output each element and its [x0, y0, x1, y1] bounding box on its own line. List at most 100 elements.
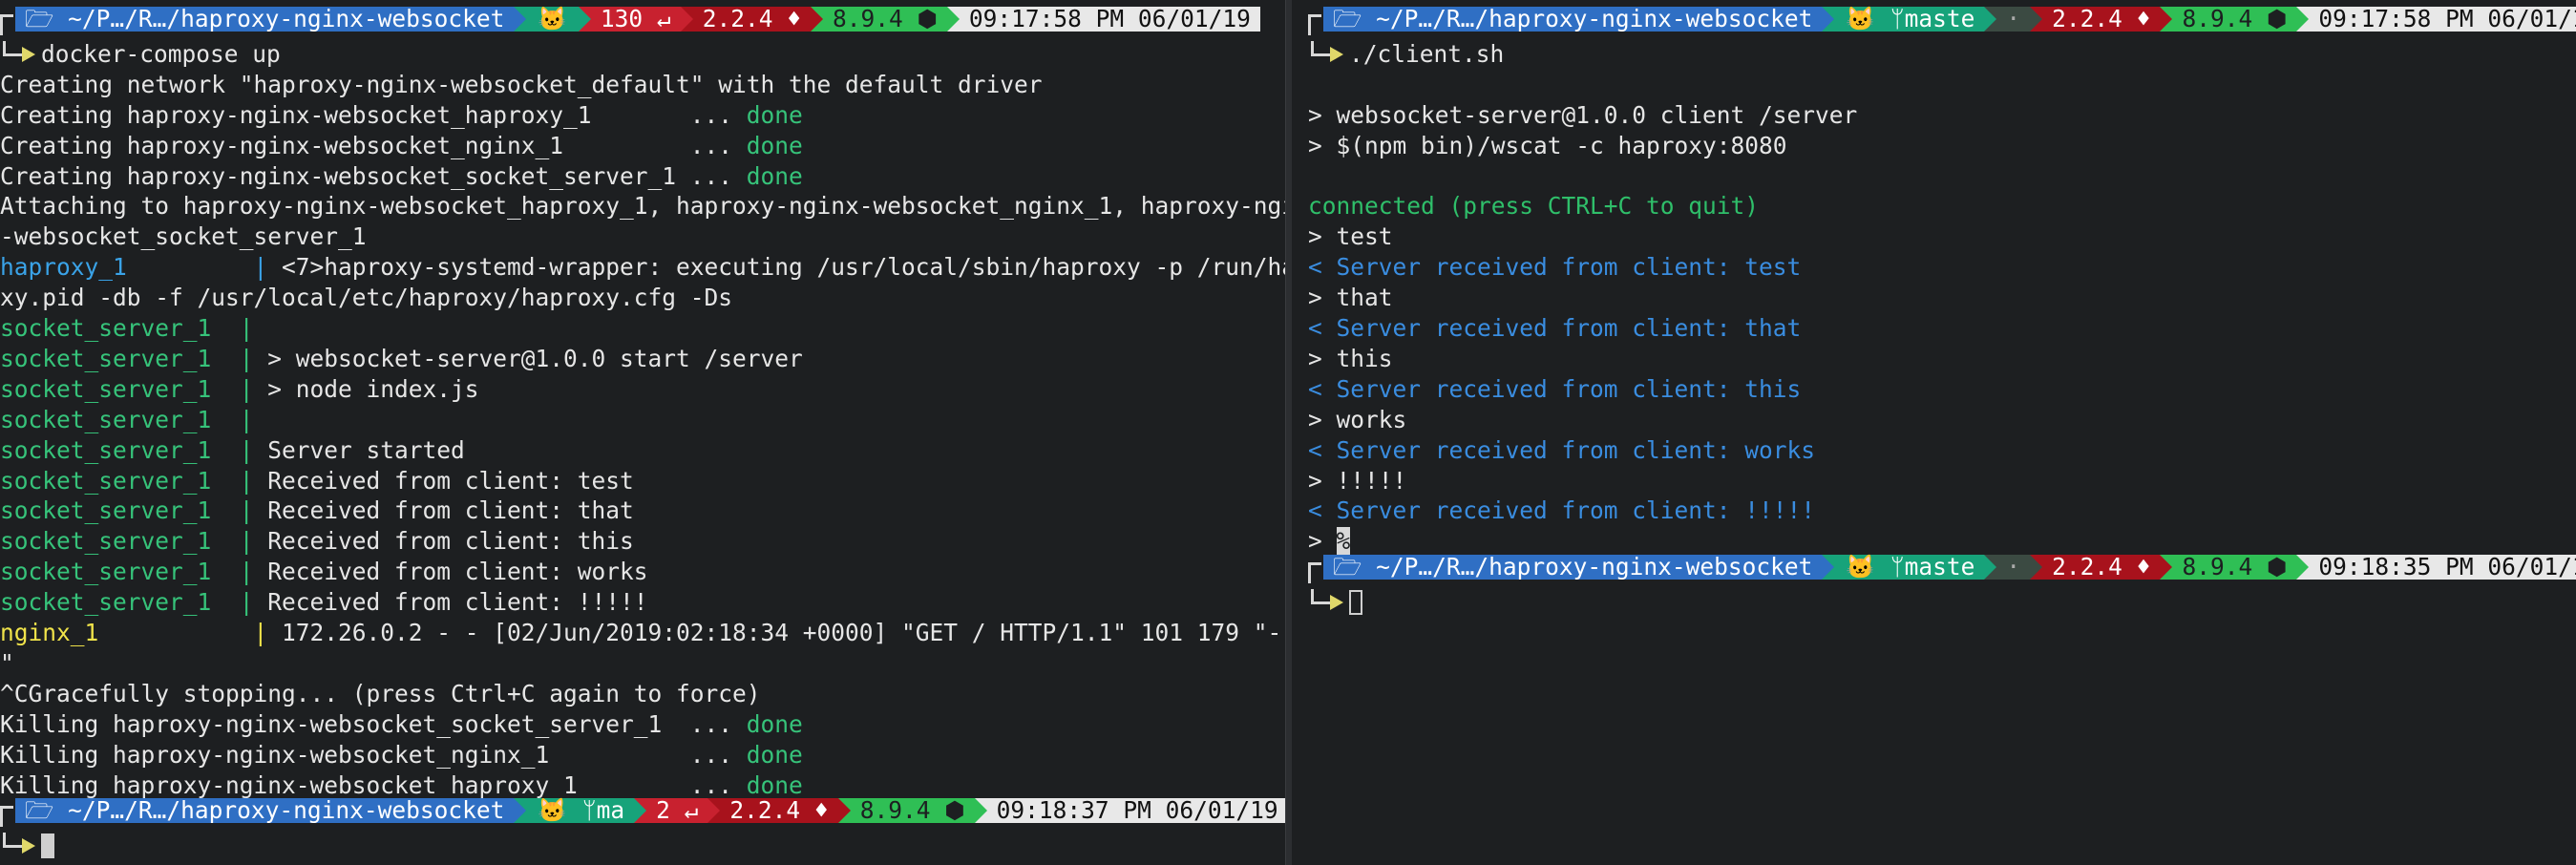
- log-message: 172.26.0.2 - - [02/Jun/2019:02:18:34 +00…: [267, 619, 1285, 646]
- node-version: 8.9.4: [2182, 5, 2267, 32]
- shell-prompt-bar: 🗁 ~/P…/R…/haproxy-nginx-websocket 🐱 ᛘ maste…: [1308, 552, 2576, 584]
- folder-icon: 🗁: [1333, 5, 1377, 32]
- line-text: Killing haproxy-nginx-websocket_haproxy_…: [0, 770, 747, 799]
- powerline-separator-icon: [2160, 555, 2173, 580]
- output-line: Creating haproxy-nginx-websocket_nginx_1…: [0, 131, 803, 161]
- line-text: Killing haproxy-nginx-websocket_socket_s…: [0, 709, 747, 738]
- prompt-path: ~/P…/R…/haproxy-nginx-websocket: [1376, 553, 1813, 581]
- node-version: 8.9.4: [859, 796, 945, 825]
- ruby-version: 2.2.4: [2052, 553, 2137, 581]
- powerline-separator-icon: [707, 798, 721, 824]
- terminal-cursor[interactable]: [41, 833, 54, 859]
- output-line: -websocket_socket_server_1: [0, 222, 367, 252]
- client-message: > this: [1308, 344, 1393, 372]
- shell-prompt-bar: 🗁 ~/P…/R…/haproxy-nginx-websocket 🐱 130 ↵ 2…: [0, 4, 1260, 35]
- log-message: > websocket-server@1.0.0 start /server: [253, 344, 803, 372]
- wscat-line: > test: [1308, 222, 1393, 252]
- node-version: 8.9.4: [832, 5, 918, 32]
- prompt-corner-icon: [1308, 14, 1321, 35]
- prompt-path-segment: 🗁 ~/P…/R…/haproxy-nginx-websocket: [1323, 5, 1823, 32]
- ruby-version: 2.2.4: [702, 5, 788, 32]
- git-segment: 🐱: [526, 7, 579, 32]
- log-line: socket_server_1 | Received from client: …: [0, 526, 634, 557]
- prompt-corner-icon: [1308, 562, 1321, 584]
- status-line: connected (press CTRL+C to quit): [1308, 191, 1759, 222]
- node-version-segment: 8.9.4 ⬢: [2172, 5, 2297, 32]
- service-name: socket_server_1: [0, 405, 240, 433]
- pane-divider[interactable]: [1285, 0, 1292, 865]
- prompt-path: ~/P…/R…/haproxy-nginx-websocket: [68, 796, 505, 825]
- log-line: socket_server_1 | Received from client: …: [0, 466, 634, 496]
- prompt-hook-icon: [1311, 589, 1330, 605]
- log-message: Received from client: this: [253, 527, 634, 556]
- git-branch-segment: ᛘ maste: [1886, 7, 1985, 32]
- service-name: nginx_1: [0, 619, 254, 646]
- server-reply: < Server received from client: this: [1308, 374, 1802, 403]
- output-line: Creating haproxy-nginx-websocket_socket_…: [0, 161, 803, 192]
- prompt-path-segment: 🗁 ~/P…/R…/haproxy-nginx-websocket: [15, 7, 515, 32]
- powerline-separator-icon: [2160, 7, 2173, 32]
- log-separator: |: [253, 253, 268, 282]
- node-version-segment: 8.9.4 ⬢: [2172, 555, 2297, 580]
- command-text: docker-compose up: [41, 40, 281, 69]
- output-line: Killing haproxy-nginx-websocket_nginx_1 …: [0, 740, 803, 770]
- prompt-path: ~/P…/R…/haproxy-nginx-websocket: [1376, 5, 1813, 32]
- log-message: Received from client: !!!!!: [253, 588, 648, 617]
- log-separator: |: [239, 466, 254, 495]
- server-reply: < Server received from client: that: [1308, 314, 1802, 342]
- folder-icon: 🗁: [1333, 553, 1377, 581]
- line-text: ": [0, 648, 14, 677]
- line-text: xy.pid -db -f /usr/local/etc/haproxy/hap…: [0, 284, 733, 312]
- connection-status: connected (press CTRL+C to quit): [1308, 192, 1760, 221]
- exit-status-segment: 130 ↵: [590, 7, 681, 32]
- right-terminal-pane[interactable]: 🗁 ~/P…/R…/haproxy-nginx-websocket 🐱 ᛘ maste…: [1292, 0, 2576, 865]
- log-line: socket_server_1 |: [0, 313, 254, 344]
- nodejs-hexagon-icon: ⬢: [944, 796, 965, 825]
- wscat-line: > this: [1308, 344, 1393, 374]
- npm-script-line: > websocket-server@1.0.0 client /server: [1308, 100, 1857, 131]
- output-line: Attaching to haproxy-nginx-websocket_hap…: [0, 191, 1285, 222]
- npm-script-line: > $(npm bin)/wscat -c haproxy:8080: [1308, 131, 1787, 161]
- terminal-cursor[interactable]: [1349, 590, 1362, 616]
- prompt-clock: 09:18:37 PM 06/01/19: [986, 798, 1285, 824]
- done-status: done: [746, 709, 803, 738]
- powerline-separator-icon: [810, 7, 823, 32]
- git-branch-name: ma: [596, 796, 625, 825]
- line-text: > $(npm bin)/wscat -c haproxy:8080: [1308, 131, 1787, 159]
- powerline-separator-icon: [514, 798, 527, 824]
- powerline-separator-icon: [974, 798, 987, 824]
- prompt-hook-icon: [3, 833, 22, 849]
- log-separator: |: [239, 496, 254, 525]
- output-line: Creating haproxy-nginx-websocket_haproxy…: [0, 100, 803, 131]
- log-separator: |: [239, 344, 254, 372]
- wscat-line: < Server received from client: works: [1308, 435, 1815, 466]
- github-octocat-icon: 🐱: [1846, 553, 1875, 581]
- service-name: socket_server_1: [0, 558, 240, 586]
- exit-status-segment: ·: [1996, 7, 2031, 32]
- prompt-path-segment: 🗁 ~/P…/R…/haproxy-nginx-websocket: [1323, 553, 1823, 581]
- folder-icon: 🗁: [25, 796, 69, 825]
- done-status: done: [746, 100, 803, 129]
- ruby-version: 2.2.4: [2052, 5, 2137, 32]
- log-line: ": [0, 648, 14, 679]
- line-text: Creating haproxy-nginx-websocket_nginx_1…: [0, 131, 747, 159]
- log-line: socket_server_1 | Received from client: …: [0, 557, 648, 587]
- server-reply: < Server received from client: !!!!!: [1308, 496, 1816, 525]
- service-name: socket_server_1: [0, 496, 240, 525]
- server-reply: < Server received from client: works: [1308, 435, 1816, 464]
- line-text: Killing haproxy-nginx-websocket_nginx_1 …: [0, 740, 747, 769]
- nodejs-hexagon-icon: ⬢: [2266, 5, 2288, 32]
- powerline-separator-icon: [578, 7, 591, 32]
- ruby-gem-icon: ♦: [2136, 553, 2151, 581]
- service-name: socket_server_1: [0, 588, 240, 617]
- left-terminal-pane[interactable]: 🗁 ~/P…/R…/haproxy-nginx-websocket 🐱 130 ↵ 2…: [0, 0, 1285, 865]
- powerline-separator-icon: [1822, 7, 1835, 32]
- log-separator: |: [253, 619, 268, 646]
- log-message: Server started: [253, 435, 465, 464]
- service-name: socket_server_1: [0, 466, 240, 495]
- done-status: done: [746, 740, 803, 769]
- ruby-version: 2.2.4: [729, 796, 814, 825]
- log-line: nginx_1 | 172.26.0.2 - - [02/Jun/2019:02…: [0, 618, 1285, 648]
- log-separator: |: [239, 435, 254, 464]
- log-line: haproxy_1 | <7>haproxy-systemd-wrapper: …: [0, 252, 1285, 283]
